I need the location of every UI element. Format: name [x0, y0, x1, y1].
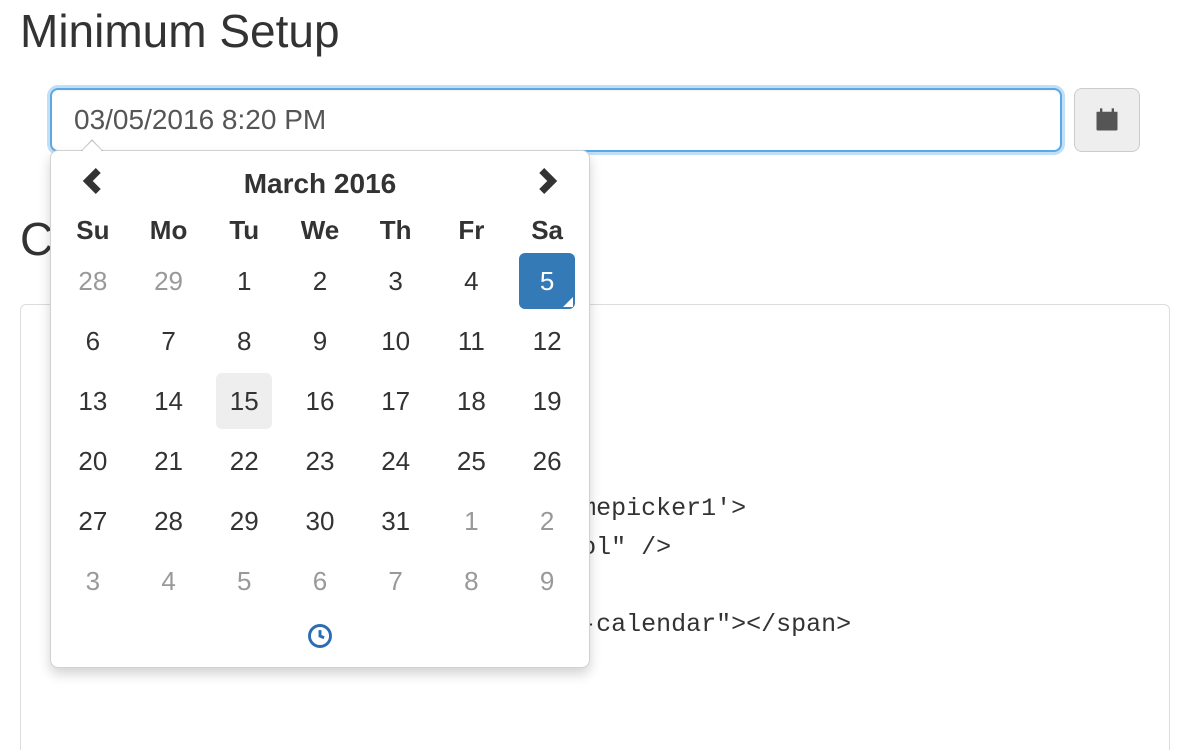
day-cell-other-month[interactable]: 8 — [434, 551, 510, 611]
calendar-icon — [1093, 106, 1121, 134]
weekday-header: Tu — [206, 209, 282, 251]
day-cell-today[interactable]: 15 — [206, 371, 282, 431]
datetime-input-group — [50, 88, 1140, 152]
weekday-header: We — [282, 209, 358, 251]
calendar-addon-button[interactable] — [1074, 88, 1140, 152]
time-picker-toggle[interactable] — [303, 619, 337, 653]
day-cell[interactable]: 6 — [55, 311, 131, 371]
day-cell[interactable]: 20 — [55, 431, 131, 491]
month-year-switcher[interactable]: March 2016 — [244, 168, 397, 199]
day-cell[interactable]: 25 — [434, 431, 510, 491]
datetime-input[interactable] — [50, 88, 1062, 152]
day-cell-other-month[interactable]: 5 — [206, 551, 282, 611]
day-cell[interactable]: 13 — [55, 371, 131, 431]
day-cell-other-month[interactable]: 7 — [358, 551, 434, 611]
day-cell-selected[interactable]: 5 — [509, 251, 585, 311]
day-cell[interactable]: 7 — [131, 311, 207, 371]
day-cell-other-month[interactable]: 4 — [131, 551, 207, 611]
day-cell[interactable]: 31 — [358, 491, 434, 551]
day-cell-other-month[interactable]: 29 — [131, 251, 207, 311]
day-cell[interactable]: 8 — [206, 311, 282, 371]
day-cell[interactable]: 16 — [282, 371, 358, 431]
next-month-button[interactable] — [536, 169, 558, 202]
prev-month-button[interactable] — [82, 169, 104, 202]
day-cell[interactable]: 1 — [206, 251, 282, 311]
weekday-header: Th — [358, 209, 434, 251]
day-cell[interactable]: 17 — [358, 371, 434, 431]
active-day-indicator — [563, 297, 573, 307]
day-cell[interactable]: 26 — [509, 431, 585, 491]
day-cell[interactable]: 12 — [509, 311, 585, 371]
day-cell[interactable]: 22 — [206, 431, 282, 491]
weekday-header: Su — [55, 209, 131, 251]
day-cell[interactable]: 27 — [55, 491, 131, 551]
day-cell-other-month[interactable]: 28 — [55, 251, 131, 311]
popover-arrow — [81, 141, 103, 152]
day-cell[interactable]: 23 — [282, 431, 358, 491]
weekday-header: Sa — [509, 209, 585, 251]
datepicker-popover: March 2016 SuMoTuWeThFrSa 28291234567891… — [50, 150, 590, 668]
day-cell-other-month[interactable]: 9 — [509, 551, 585, 611]
weekday-header: Fr — [434, 209, 510, 251]
weekday-header: Mo — [131, 209, 207, 251]
day-cell-other-month[interactable]: 3 — [55, 551, 131, 611]
day-cell[interactable]: 4 — [434, 251, 510, 311]
day-cell-other-month[interactable]: 2 — [509, 491, 585, 551]
day-cell[interactable]: 14 — [131, 371, 207, 431]
day-cell-other-month[interactable]: 6 — [282, 551, 358, 611]
day-cell[interactable]: 9 — [282, 311, 358, 371]
day-cell[interactable]: 10 — [358, 311, 434, 371]
day-cell[interactable]: 3 — [358, 251, 434, 311]
chevron-right-icon — [536, 167, 558, 195]
day-cell[interactable]: 11 — [434, 311, 510, 371]
day-cell[interactable]: 19 — [509, 371, 585, 431]
day-cell[interactable]: 30 — [282, 491, 358, 551]
clock-icon — [306, 622, 334, 650]
day-cell[interactable]: 28 — [131, 491, 207, 551]
day-cell[interactable]: 29 — [206, 491, 282, 551]
day-cell[interactable]: 2 — [282, 251, 358, 311]
day-cell[interactable]: 24 — [358, 431, 434, 491]
day-cell-other-month[interactable]: 1 — [434, 491, 510, 551]
chevron-left-icon — [82, 167, 104, 195]
day-cell[interactable]: 18 — [434, 371, 510, 431]
day-cell[interactable]: 21 — [131, 431, 207, 491]
page-title: Minimum Setup — [20, 0, 1170, 58]
